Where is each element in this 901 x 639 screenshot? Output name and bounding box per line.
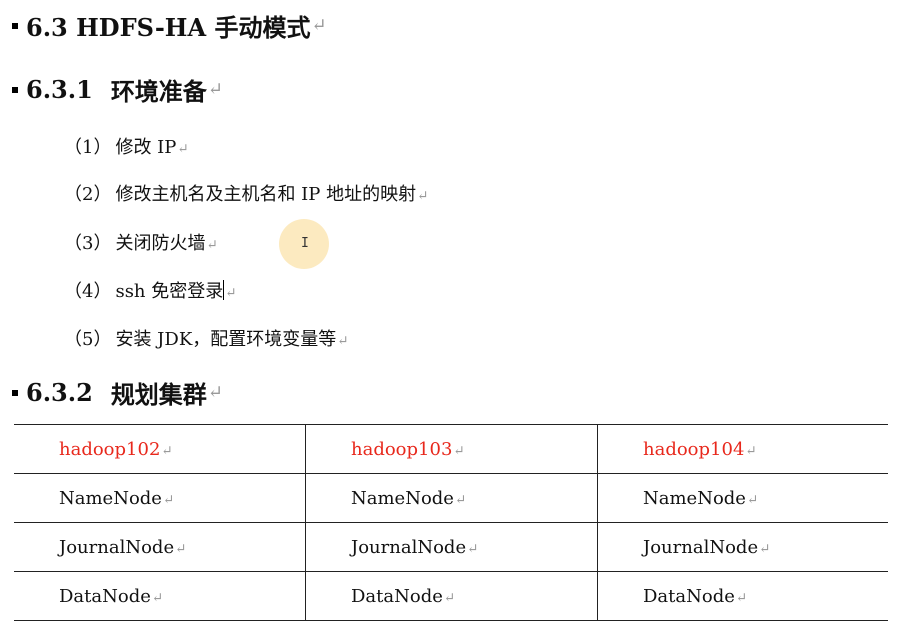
bullet-marker: [12, 86, 18, 93]
item-text: 修改主机名及主机名和 IP 地址的映射: [115, 184, 417, 205]
paragraph-mark-icon: ↵: [175, 540, 187, 557]
table-cell: hadoop104↵: [597, 424, 888, 474]
bullet-marker: [12, 389, 18, 396]
item-text: 安装 JDK，配置环境变量等: [115, 329, 337, 350]
paragraph-mark-icon: ↵: [759, 540, 771, 557]
ibeam-cursor-icon: I: [301, 236, 309, 251]
bullet-marker: [12, 22, 18, 29]
host-name: hadoop104: [643, 438, 745, 460]
table-cell: DataNode↵: [305, 571, 598, 621]
table-cell: hadoop103↵: [305, 424, 598, 474]
paragraph-mark-icon: ↵: [207, 79, 223, 100]
heading-6-3: 6.3 HDFS-HA 手动模式 ↵: [12, 8, 327, 43]
paragraph-mark-icon: ↵: [225, 285, 237, 301]
cell-text: JournalNode: [643, 536, 759, 558]
paragraph-mark-icon: ↵: [162, 491, 175, 508]
host-name: hadoop102: [59, 438, 161, 460]
table-cell: DataNode↵: [14, 571, 306, 621]
cell-text: DataNode: [351, 585, 443, 607]
heading-title: 规划集群: [110, 380, 207, 409]
item-number: （1）: [64, 137, 112, 158]
table-row: JournalNode↵ JournalNode↵ JournalNode↵: [14, 522, 888, 572]
heading-title: 环境准备: [110, 77, 207, 106]
heading-number: 6.3.2: [26, 378, 93, 407]
paragraph-mark-icon: ↵: [151, 589, 164, 606]
paragraph-mark-icon: ↵: [454, 491, 467, 508]
cell-text: NameNode: [643, 487, 746, 509]
item-number: （4）: [64, 281, 112, 302]
paragraph-mark-icon: ↵: [745, 442, 757, 459]
table-header-row: hadoop102↵ hadoop103↵ hadoop104↵: [14, 424, 888, 474]
paragraph-mark-icon: ↵: [207, 382, 223, 403]
table-cell: JournalNode↵: [305, 522, 598, 572]
table-cell: DataNode↵: [597, 571, 888, 621]
paragraph-mark-icon: ↵: [311, 15, 327, 36]
table-cell: NameNode↵: [305, 473, 598, 523]
item-number: （5）: [64, 329, 112, 350]
table-cell: hadoop102↵: [14, 424, 306, 474]
cell-text: JournalNode: [59, 536, 175, 558]
list-item: （1） 修改 IP↵: [64, 133, 189, 159]
host-name: hadoop103: [351, 438, 453, 460]
paragraph-mark-icon: ↵: [337, 333, 349, 349]
paragraph-mark-icon: ↵: [417, 188, 429, 204]
list-item: （4） ssh 免密登录 ↵: [64, 277, 237, 303]
item-text: ssh 免密登录: [115, 281, 224, 302]
paragraph-mark-icon: ↵: [735, 589, 748, 606]
cell-text: JournalNode: [351, 536, 467, 558]
item-number: （3）: [64, 233, 112, 254]
item-text: 修改 IP: [115, 137, 177, 158]
paragraph-mark-icon: ↵: [177, 141, 189, 157]
cell-text: NameNode: [351, 487, 454, 509]
paragraph-mark-icon: ↵: [746, 491, 759, 508]
item-text: 关闭防火墙: [115, 233, 206, 254]
cluster-plan-table: hadoop102↵ hadoop103↵ hadoop104↵ NameNod…: [14, 424, 888, 621]
paragraph-mark-icon: ↵: [443, 589, 456, 606]
table-cell: JournalNode↵: [597, 522, 888, 572]
paragraph-mark-icon: ↵: [467, 540, 479, 557]
list-item: （3） 关闭防火墙↵: [64, 229, 218, 255]
item-number: （2）: [64, 184, 112, 205]
paragraph-mark-icon: ↵: [161, 442, 173, 459]
heading-6-3-2: 6.3.2 规划集群 ↵: [12, 375, 223, 410]
heading-6-3-text: 6.3 HDFS-HA 手动模式: [26, 13, 311, 42]
heading-6-3-1: 6.3.1 环境准备 ↵: [12, 72, 223, 107]
paragraph-mark-icon: ↵: [453, 442, 465, 459]
cell-text: NameNode: [59, 487, 162, 509]
paragraph-mark-icon: ↵: [206, 237, 218, 253]
heading-number: 6.3.1: [26, 75, 93, 104]
table-row: NameNode↵ NameNode↵ NameNode↵: [14, 473, 888, 523]
list-item: （2） 修改主机名及主机名和 IP 地址的映射↵: [64, 180, 428, 206]
table-row: DataNode↵ DataNode↵ DataNode↵: [14, 571, 888, 621]
table-cell: NameNode↵: [597, 473, 888, 523]
table-cell: JournalNode↵: [14, 522, 306, 572]
cell-text: DataNode: [59, 585, 151, 607]
table-cell: NameNode↵: [14, 473, 306, 523]
list-item: （5） 安装 JDK，配置环境变量等↵: [64, 325, 349, 351]
cell-text: DataNode: [643, 585, 735, 607]
